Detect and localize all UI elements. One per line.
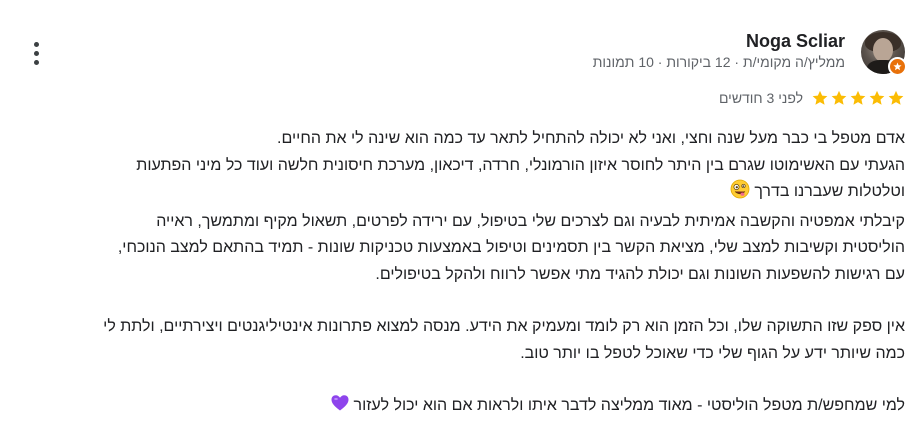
review-line: עם רגישות להשפעות השונות וגם יכולת להגיד… — [375, 265, 905, 283]
star-icon — [850, 90, 866, 105]
reviewer-name[interactable]: Noga Scliar — [746, 31, 845, 52]
rating-row: לפני 3 חודשים — [719, 89, 905, 107]
more-vert-icon-dot — [33, 59, 39, 65]
zany-face-emoji-icon — [730, 179, 750, 209]
star-icon — [888, 90, 904, 105]
more-vert-icon — [33, 41, 39, 47]
review-card: Noga Scliar ממליץ/ה מקומי/ת · 12 ביקורות… — [0, 0, 923, 438]
reviewer-avatar[interactable] — [861, 30, 907, 76]
review-line: וטלטלות שעברנו בדרך — [15, 179, 905, 209]
review-line: אדם מטפל בי כבר מעל שנה וחצי, ואני לא יכ… — [277, 130, 905, 147]
star-rating — [811, 89, 905, 107]
review-line: הוליסטית וקשיבות למצב שלי, מציאת הקשר בי… — [117, 239, 905, 256]
reviewer-meta: ממליץ/ה מקומי/ת · 12 ביקורות · 10 תמונות — [592, 54, 845, 70]
review-line-text: וטלטלות שעברנו בדרך — [754, 183, 905, 200]
local-guide-badge-icon — [888, 57, 907, 76]
review-line: אין ספק שזו התשוקה שלו, וכל הזמן הוא רק … — [103, 318, 905, 335]
more-vert-icon-dot — [33, 50, 39, 56]
review-time: לפני 3 חודשים — [718, 90, 803, 106]
more-options-button[interactable] — [26, 38, 46, 68]
review-line: למי שמחפש/ת מטפל הוליסטי - מאוד ממליצה ל… — [15, 393, 905, 423]
star-icon — [869, 90, 885, 105]
review-line: הגעתי עם האשימוטו שגרם בין היתר לחוסר אי… — [136, 156, 905, 174]
review-text: אדם מטפל בי כבר מעל שנה וחצי, ואני לא יכ… — [15, 126, 905, 423]
review-line-text: למי שמחפש/ת מטפל הוליסטי - מאוד ממליצה ל… — [353, 397, 905, 414]
review-line: כמה שיותר ידע על הגוף שלי כדי שאוכל לטפל… — [520, 344, 905, 362]
star-icon — [831, 90, 847, 105]
review-line: קיבלתי אמפטיה והקשבה אמיתית לבעיה וגם לצ… — [156, 212, 905, 230]
purple-heart-emoji-icon — [330, 393, 350, 423]
star-icon — [812, 90, 828, 105]
